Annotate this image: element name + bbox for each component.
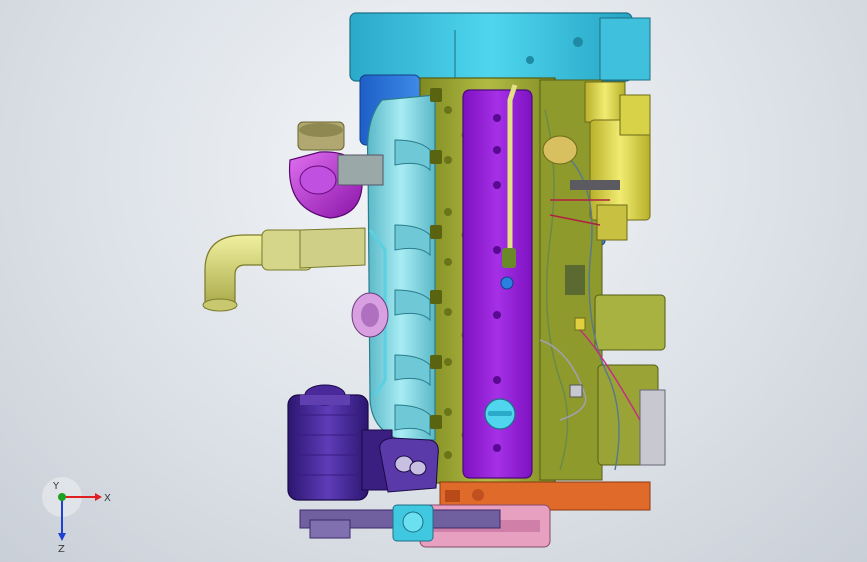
- oil-filler-cap[interactable]: [484, 398, 516, 430]
- alternator[interactable]: [351, 292, 389, 338]
- flywheel-housing[interactable]: [349, 12, 651, 82]
- engine-3d-model[interactable]: [0, 0, 867, 562]
- coordinate-triad: X Y Z: [42, 477, 111, 555]
- x-axis-arrow: [95, 493, 102, 501]
- water-pump[interactable]: [392, 504, 434, 542]
- z-axis-label: Z: [58, 544, 65, 555]
- cad-viewport[interactable]: X Y Z: [0, 0, 867, 562]
- thermostat-housing[interactable]: [379, 437, 439, 493]
- y-axis-dot: [58, 493, 66, 501]
- y-axis-label: Y: [52, 481, 60, 492]
- starter-motor[interactable]: [584, 81, 651, 241]
- bracket[interactable]: [309, 519, 351, 539]
- z-axis-arrow: [58, 533, 66, 541]
- x-axis-label: X: [104, 493, 111, 504]
- rocker-cover[interactable]: [462, 89, 533, 479]
- intake-elbow[interactable]: [202, 227, 366, 312]
- oil-cooler[interactable]: [594, 294, 666, 466]
